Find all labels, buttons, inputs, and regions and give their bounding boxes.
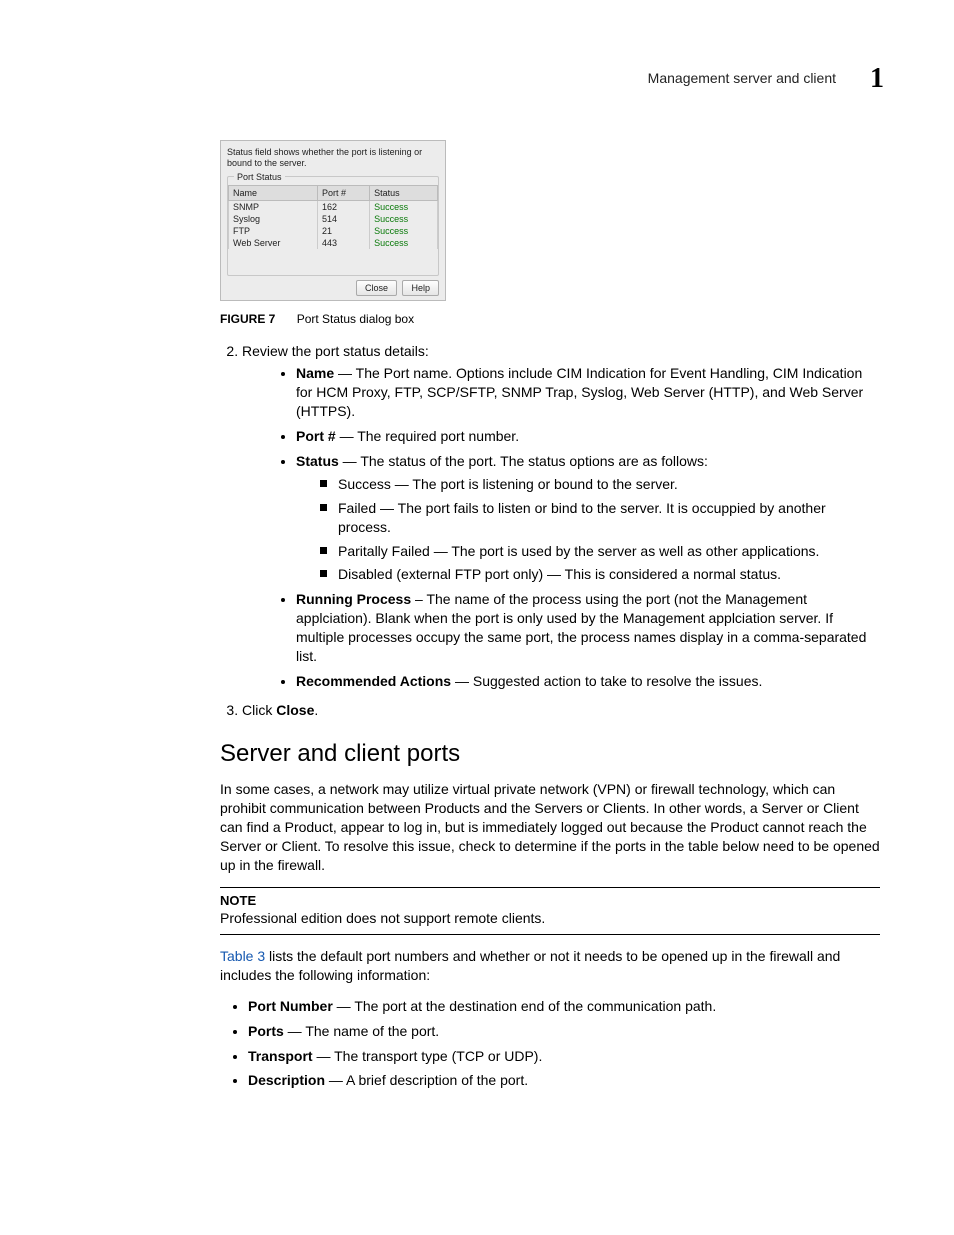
port-status-group: Port Status Name Port # Status SNMP 162 … bbox=[227, 176, 439, 277]
running-header: Management server and client 1 bbox=[648, 60, 884, 98]
step-3: Click Close. bbox=[242, 701, 880, 720]
status-sublist: Success — The port is listening or bound… bbox=[320, 475, 880, 584]
chapter-number: 1 bbox=[870, 60, 884, 98]
note-heading: NOTE bbox=[220, 892, 880, 910]
table-row: SNMP 162 Success bbox=[229, 200, 438, 213]
table-ref-paragraph: Table 3 lists the default port numbers a… bbox=[220, 947, 880, 985]
list-item: Ports — The name of the port. bbox=[248, 1022, 880, 1041]
step-2: Review the port status details: Name — T… bbox=[242, 342, 880, 691]
section-heading: Server and client ports bbox=[220, 738, 880, 770]
list-item: Description — A brief description of the… bbox=[248, 1071, 880, 1090]
figure-number: FIGURE 7 bbox=[220, 312, 275, 326]
table-row: Web Server 443 Success bbox=[229, 237, 438, 249]
list-item: Port Number — The port at the destinatio… bbox=[248, 997, 880, 1016]
list-item: Running Process – The name of the proces… bbox=[296, 590, 880, 666]
figure-caption: FIGURE 7 Port Status dialog box bbox=[220, 311, 880, 327]
step2-bullets: Name — The Port name. Options include CI… bbox=[242, 364, 880, 690]
port-status-dialog: Status field shows whether the port is l… bbox=[220, 140, 446, 301]
list-item: Name — The Port name. Options include CI… bbox=[296, 364, 880, 421]
note-block: NOTE Professional edition does not suppo… bbox=[220, 887, 880, 935]
list-item: Paritally Failed — The port is used by t… bbox=[320, 542, 880, 561]
table-3-link[interactable]: Table 3 bbox=[220, 948, 265, 964]
section-paragraph: In some cases, a network may utilize vir… bbox=[220, 780, 880, 874]
note-body: Professional edition does not support re… bbox=[220, 909, 880, 928]
dialog-message: Status field shows whether the port is l… bbox=[227, 147, 439, 170]
col-status: Status bbox=[370, 185, 438, 200]
list-item: Status — The status of the port. The sta… bbox=[296, 452, 880, 584]
list-item: Success — The port is listening or bound… bbox=[320, 475, 880, 494]
list-item: Transport — The transport type (TCP or U… bbox=[248, 1047, 880, 1066]
list-item: Port # — The required port number. bbox=[296, 427, 880, 446]
help-button[interactable]: Help bbox=[402, 280, 439, 296]
port-status-group-title: Port Status bbox=[234, 171, 285, 183]
list-item: Recommended Actions — Suggested action t… bbox=[296, 672, 880, 691]
close-button[interactable]: Close bbox=[356, 280, 397, 296]
table-row: Syslog 514 Success bbox=[229, 213, 438, 225]
port-status-table: Name Port # Status SNMP 162 Success Sysl… bbox=[228, 185, 438, 250]
col-port: Port # bbox=[317, 185, 369, 200]
figure-title: Port Status dialog box bbox=[297, 312, 414, 326]
port-info-list: Port Number — The port at the destinatio… bbox=[220, 997, 880, 1091]
table-row: FTP 21 Success bbox=[229, 225, 438, 237]
procedure-steps: Review the port status details: Name — T… bbox=[220, 342, 880, 720]
col-name: Name bbox=[229, 185, 318, 200]
list-item: Failed — The port fails to listen or bin… bbox=[320, 499, 880, 537]
list-item: Disabled (external FTP port only) — This… bbox=[320, 565, 880, 584]
running-title: Management server and client bbox=[648, 69, 836, 88]
